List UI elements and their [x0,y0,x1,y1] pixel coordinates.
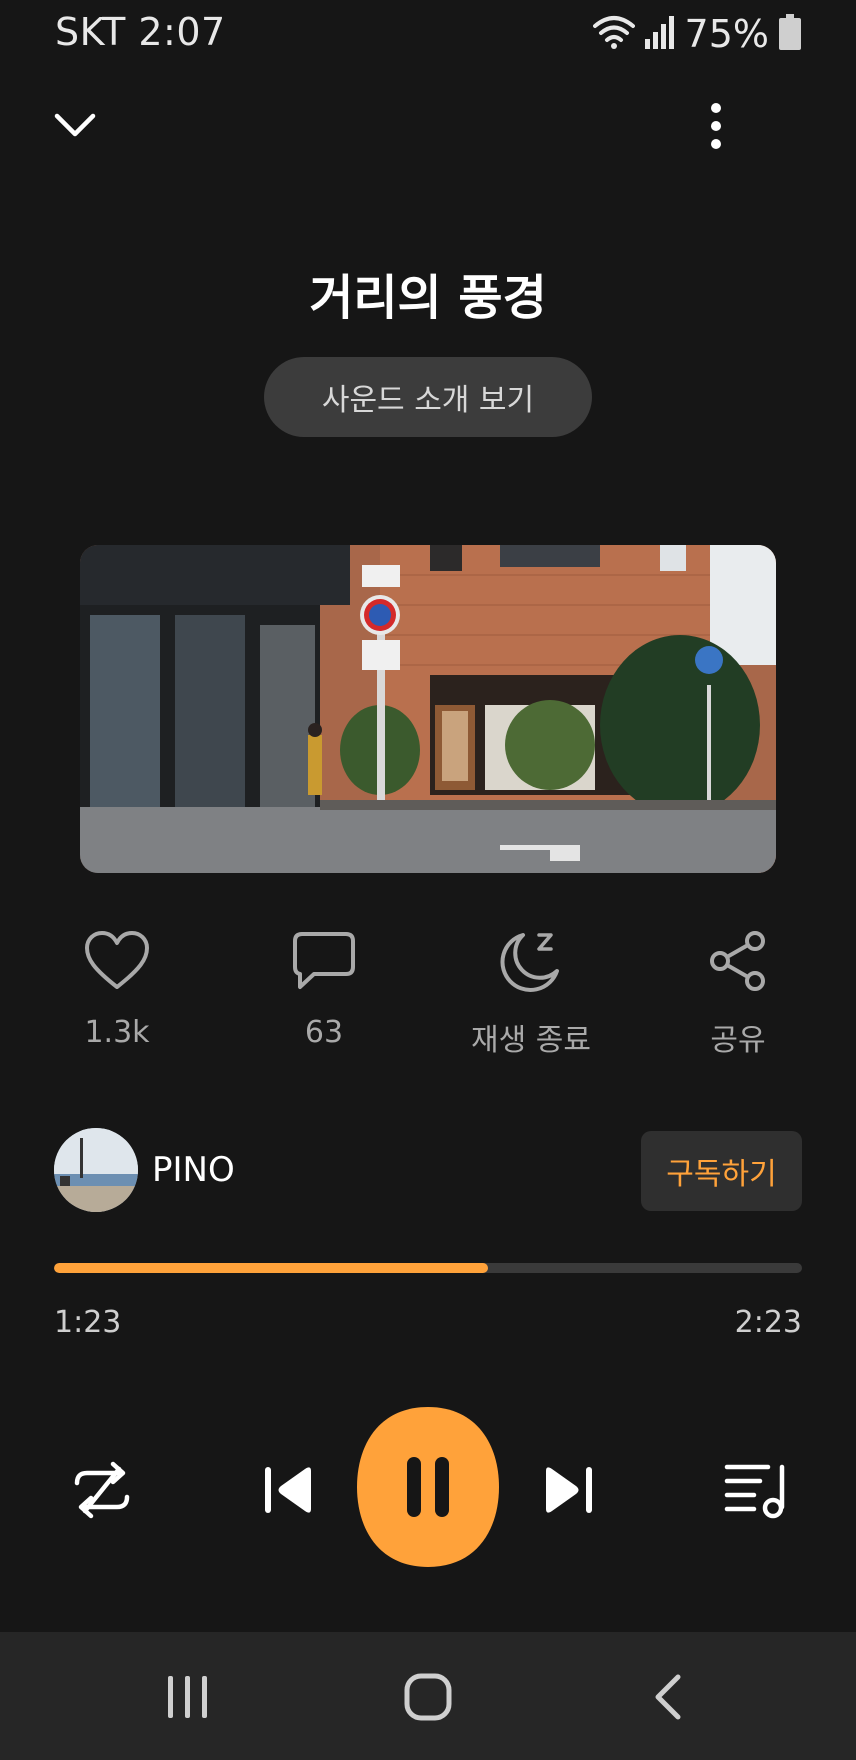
repeat-icon [74,1461,130,1519]
home-icon [404,1673,452,1721]
more-options-button[interactable] [701,98,731,154]
previous-button[interactable] [258,1455,322,1525]
sleep-timer-icon [495,925,567,997]
comment-count: 63 [304,1015,344,1050]
repeat-button[interactable] [62,1450,142,1530]
share-icon [702,925,774,997]
signal-icon [644,15,675,53]
recents-button[interactable] [148,1662,228,1732]
track-title: 거리의 풍경 [309,270,547,326]
next-button[interactable] [535,1455,599,1525]
back-button[interactable] [628,1662,708,1732]
previous-icon [265,1467,311,1513]
more-vertical-icon [711,103,721,149]
collapse-button[interactable] [50,100,100,150]
battery-icon [779,14,801,54]
chevron-down-icon [54,113,96,137]
comment-button[interactable]: 63 [224,925,424,1050]
total-time: 2:23 [734,1305,802,1340]
share-button[interactable]: 공유 [638,925,838,1059]
action-row: 1.3k 63 재생 종료 공유 [0,925,856,1065]
sound-intro-button[interactable]: 사운드 소개 보기 [264,357,592,437]
player-screen: SKT 2:07 75% 거리의 풍경 사운드 소개 보기 1.3k 63 재생… [0,0,856,1760]
heart-icon [81,925,153,997]
battery-percent: 75% [684,12,769,56]
wifi-icon [592,14,635,54]
pause-button[interactable] [355,1405,501,1569]
like-button[interactable]: 1.3k [17,925,217,1050]
status-bar: SKT 2:07 75% [0,0,856,70]
sleep-timer-label: 재생 종료 [471,1023,591,1058]
channel-name[interactable]: PINO [152,1150,235,1190]
subscribe-button[interactable]: 구독하기 [641,1131,802,1211]
next-icon [546,1467,592,1513]
channel-avatar[interactable] [54,1128,138,1212]
queue-button[interactable] [716,1452,796,1528]
comment-icon [288,925,360,997]
recents-icon [168,1676,207,1718]
like-count: 1.3k [84,1015,150,1050]
status-icons: 75% [592,10,801,58]
progress-fill [54,1263,488,1273]
home-button[interactable] [388,1662,468,1732]
share-label: 공유 [710,1023,766,1058]
queue-icon [724,1464,785,1519]
system-nav-bar [0,1632,856,1760]
cover-image [80,545,776,873]
back-icon [655,1674,681,1720]
progress-bar[interactable] [54,1263,802,1273]
sleep-timer-button[interactable]: 재생 종료 [431,925,631,1059]
current-time: 1:23 [54,1305,122,1340]
carrier-time: SKT 2:07 [55,10,226,54]
